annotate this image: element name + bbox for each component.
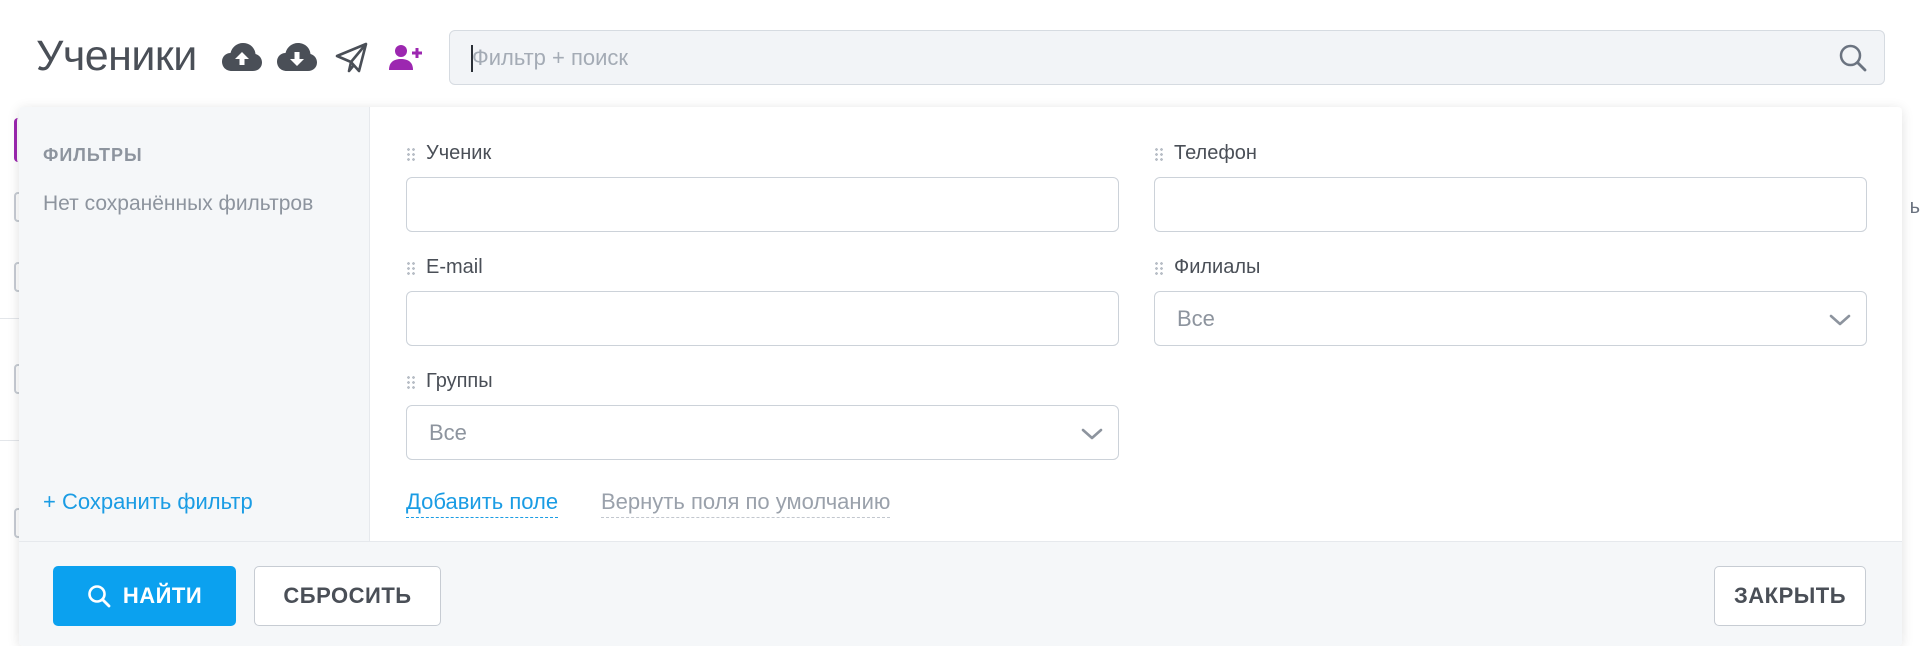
- phone-field[interactable]: [1154, 177, 1867, 232]
- background-divider: [0, 440, 20, 441]
- search-icon: [88, 585, 111, 608]
- cloud-upload-icon[interactable]: [220, 38, 264, 78]
- close-button[interactable]: ЗАКРЫТЬ: [1714, 566, 1866, 626]
- page-header: Ученики: [0, 0, 1920, 110]
- student-field[interactable]: [406, 177, 1119, 232]
- search-input[interactable]: [472, 31, 1812, 84]
- branches-select[interactable]: Все: [1154, 291, 1867, 346]
- field-label-phone: Телефон: [1154, 142, 1257, 165]
- field-label-text: Телефон: [1174, 142, 1257, 164]
- field-label-email: E-mail: [406, 256, 483, 279]
- filter-panel: ФИЛЬТРЫ Нет сохранённых фильтров + Сохра…: [19, 107, 1902, 646]
- add-field-link[interactable]: Добавить поле: [406, 489, 559, 518]
- filter-footer: НАЙТИ СБРОСИТЬ ЗАКРЫТЬ: [19, 541, 1902, 646]
- save-filter-link[interactable]: + Сохранить фильтр: [43, 489, 253, 515]
- page-title: Ученики: [36, 32, 197, 80]
- drag-handle-icon[interactable]: [1154, 146, 1164, 161]
- select-value: Все: [429, 420, 467, 445]
- drag-handle-icon[interactable]: [406, 260, 416, 275]
- drag-handle-icon[interactable]: [1154, 260, 1164, 275]
- reset-fields-link[interactable]: Вернуть поля по умолчанию: [601, 489, 891, 518]
- drag-handle-icon[interactable]: [406, 374, 416, 389]
- drag-handle-icon[interactable]: [406, 146, 416, 161]
- paper-plane-icon[interactable]: [330, 38, 374, 78]
- saved-filters-sidebar: ФИЛЬТРЫ Нет сохранённых фильтров + Сохра…: [19, 107, 370, 541]
- groups-select[interactable]: Все: [406, 405, 1119, 460]
- select-value: Все: [1177, 306, 1215, 331]
- field-label-text: Ученик: [426, 142, 492, 164]
- find-button-label: НАЙТИ: [122, 583, 203, 608]
- search-icon[interactable]: [1838, 43, 1868, 73]
- sidebar-title: ФИЛЬТРЫ: [43, 145, 143, 165]
- email-field[interactable]: [406, 291, 1119, 346]
- cloud-download-icon[interactable]: [275, 38, 319, 78]
- search-box: [449, 30, 1885, 85]
- background-cut-text: ь: [1909, 196, 1920, 218]
- field-label-text: Группы: [426, 370, 493, 392]
- field-label-groups: Группы: [406, 370, 493, 393]
- field-label-text: Филиалы: [1174, 256, 1261, 278]
- chevron-down-icon: [1081, 428, 1103, 440]
- add-user-icon[interactable]: [384, 38, 428, 78]
- background-divider: [0, 318, 20, 319]
- no-saved-filters-text: Нет сохранённых фильтров: [43, 192, 314, 215]
- chevron-down-icon: [1829, 314, 1851, 326]
- reset-button[interactable]: СБРОСИТЬ: [254, 566, 441, 626]
- text-caret: [471, 45, 473, 72]
- find-button[interactable]: НАЙТИ: [53, 566, 236, 626]
- field-label-student: Ученик: [406, 142, 491, 165]
- field-label-text: E-mail: [426, 256, 483, 278]
- field-label-branches: Филиалы: [1154, 256, 1260, 279]
